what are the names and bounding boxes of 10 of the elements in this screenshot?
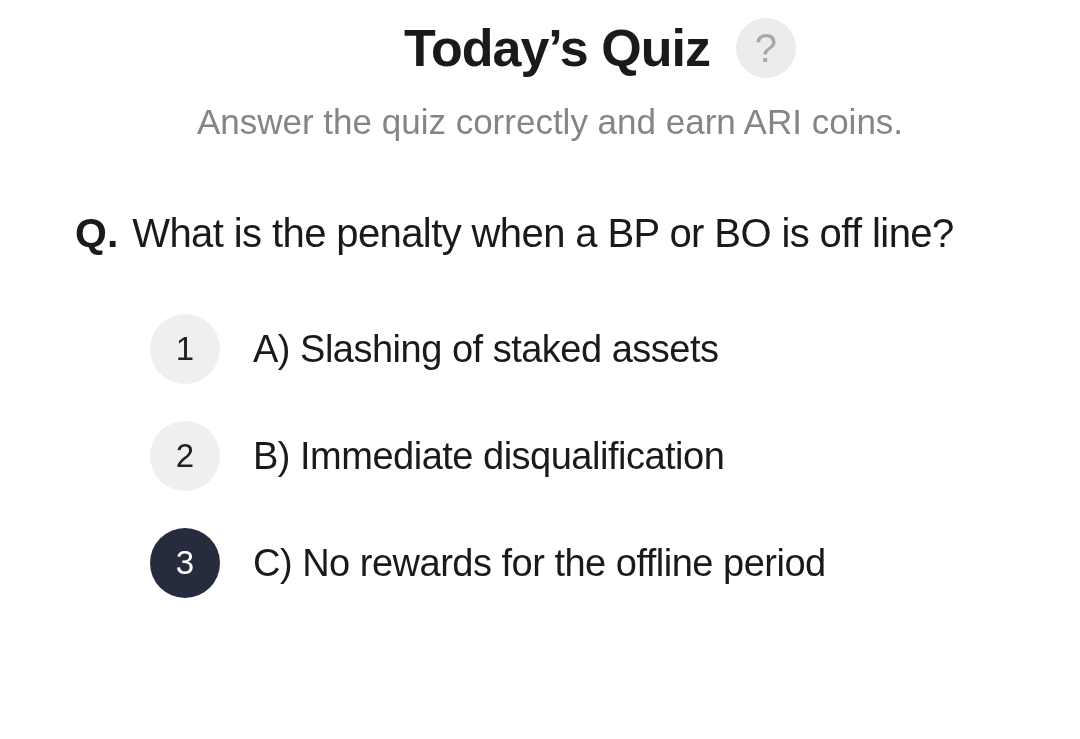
option-label[interactable]: C) No rewards for the offline period xyxy=(253,541,826,585)
option-number[interactable]: 2 xyxy=(150,421,220,491)
question-prefix: Q. xyxy=(75,209,119,258)
quiz-title: Today’s Quiz xyxy=(404,18,710,78)
question-text: What is the penalty when a BP or BO is off line? xyxy=(132,210,955,257)
option-label[interactable]: B) Immediate disqualification xyxy=(253,434,725,478)
option-label[interactable]: A) Slashing of staked assets xyxy=(253,327,719,371)
option-number[interactable]: 1 xyxy=(150,314,220,384)
quiz-subtitle: Answer the quiz correctly and earn ARI coins. xyxy=(195,102,905,142)
option-number[interactable]: 3 xyxy=(150,528,220,598)
